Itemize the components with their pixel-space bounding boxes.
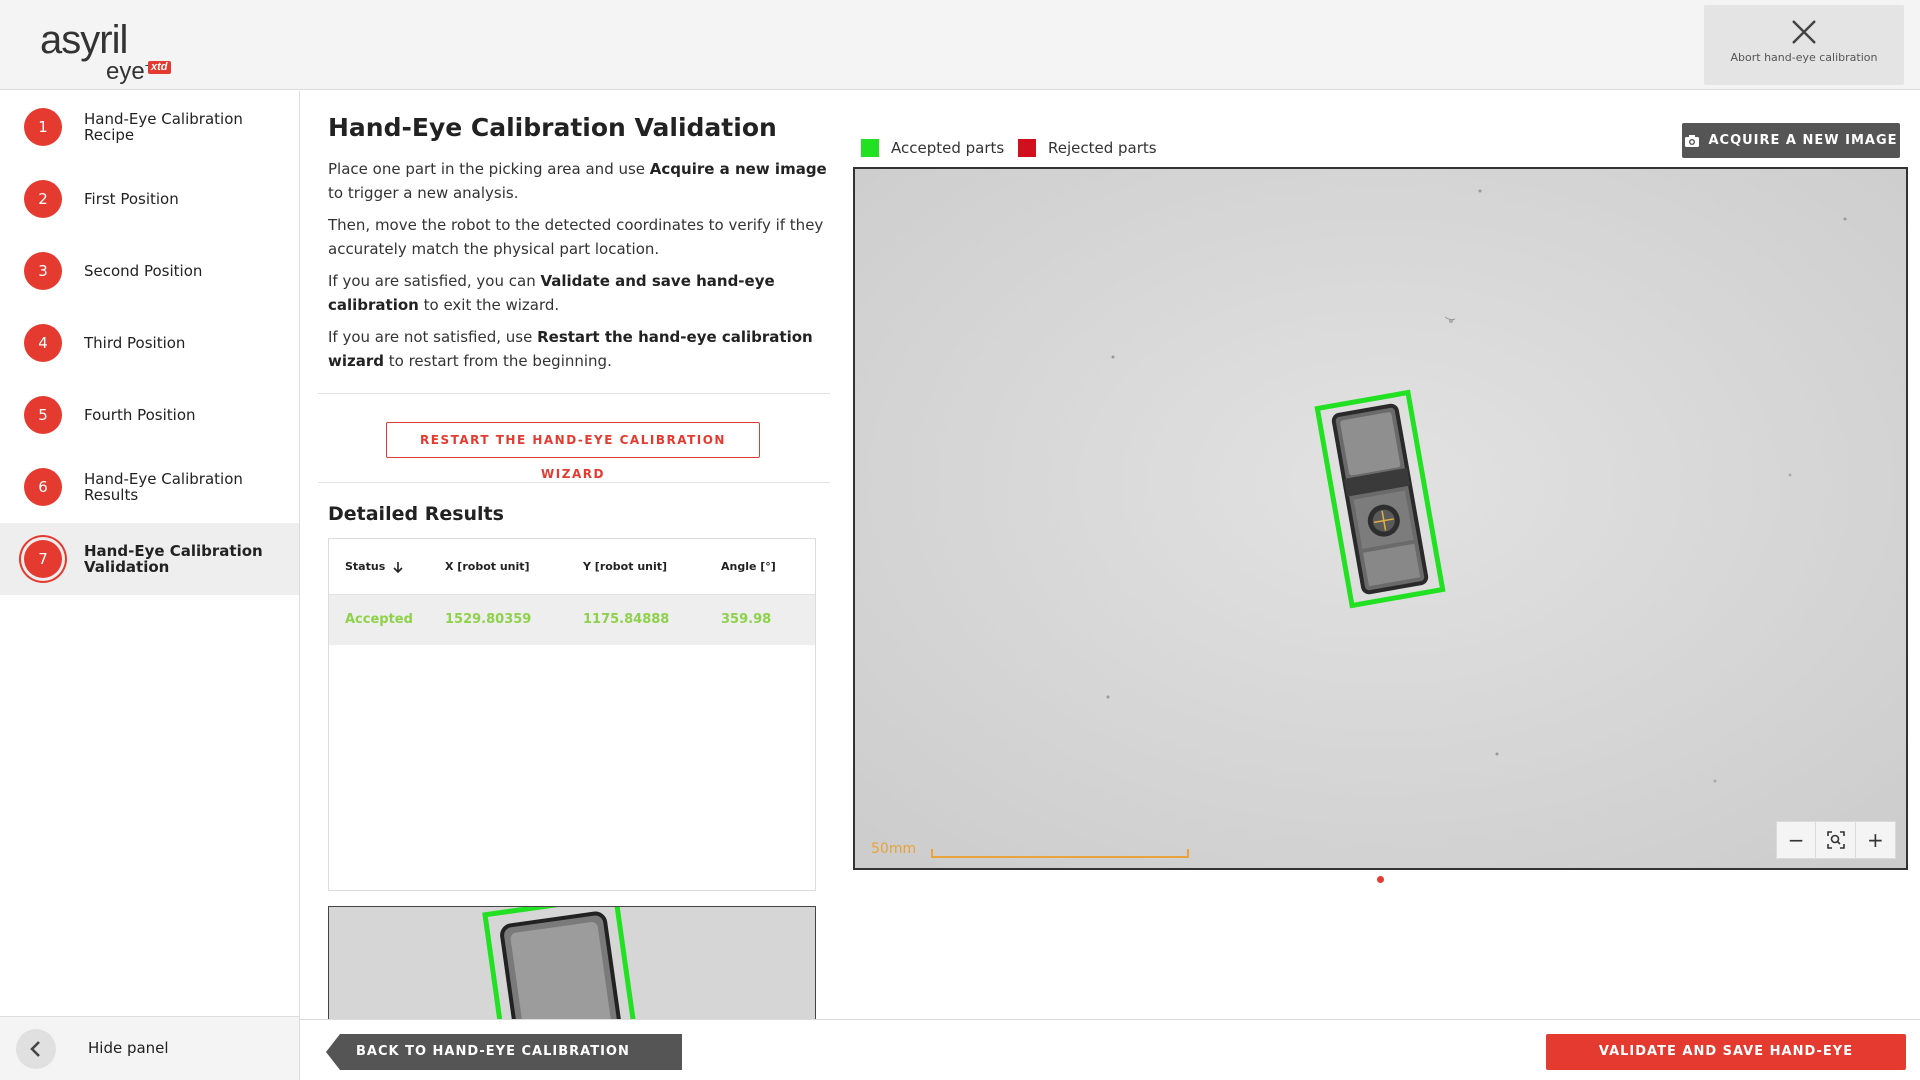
- step-label: Hand-Eye Calibration Recipe: [84, 110, 243, 144]
- zoom-in-button[interactable]: +: [1856, 822, 1895, 858]
- camera-icon: [1685, 134, 1700, 147]
- legend-accepted: Accepted parts: [861, 139, 1004, 157]
- part-thumbnail: [328, 906, 816, 1020]
- sidebar-step-2[interactable]: 2 First Position: [0, 163, 299, 235]
- back-button[interactable]: BACK TO HAND-EYE CALIBRATION RESULTS: [326, 1034, 682, 1070]
- instruction-2: Then, move the robot to the detected coo…: [328, 216, 824, 258]
- step-label: Fourth Position: [84, 406, 196, 424]
- rejected-swatch: [1018, 139, 1036, 157]
- image-page-indicator[interactable]: [1377, 876, 1384, 883]
- abort-label: Abort hand-eye calibration: [1730, 51, 1878, 64]
- table-row[interactable]: Accepted 1529.80359 1175.84888 359.98: [329, 595, 815, 645]
- sidebar-step-6[interactable]: 6 Hand-Eye Calibration Results: [0, 451, 299, 523]
- abort-button[interactable]: Abort hand-eye calibration: [1704, 5, 1904, 85]
- step-number: 5: [24, 396, 62, 434]
- step-label: Hand-Eye Calibration Results: [84, 470, 243, 504]
- y-column-header[interactable]: Y [robot unit]: [583, 539, 667, 595]
- status-column-header[interactable]: Status: [345, 539, 404, 595]
- angle-cell: 359.98: [721, 612, 772, 627]
- acquire-image-button[interactable]: ACQUIRE A NEW IMAGE: [1682, 123, 1900, 158]
- table-header: Status X [robot unit] Y [robot unit] Ang…: [329, 539, 815, 595]
- step-label: Hand-Eye Calibration Validation: [84, 542, 263, 576]
- y-cell: 1175.84888: [583, 612, 670, 627]
- sidebar-step-1[interactable]: 1 Hand-Eye Calibration Recipe: [0, 91, 299, 163]
- header: asyril eye+ xtd Abort hand-eye calibrati…: [0, 0, 1920, 90]
- fit-view-icon: [1826, 831, 1845, 849]
- step-number: 4: [24, 324, 62, 362]
- arrow-down-icon: [393, 561, 403, 573]
- validate-save-button[interactable]: VALIDATE AND SAVE HAND-EYE CALIBRATION: [1546, 1034, 1906, 1070]
- sidebar-step-4[interactable]: 4 Third Position: [0, 307, 299, 379]
- x-cell: 1529.80359: [445, 612, 532, 627]
- divider: [318, 393, 830, 394]
- angle-column-header[interactable]: Angle [°]: [721, 539, 776, 595]
- logo-badge: xtd: [148, 61, 171, 74]
- divider: [318, 482, 830, 483]
- step-number: 3: [24, 252, 62, 290]
- zoom-controls: − +: [1776, 821, 1896, 859]
- validation-content: Hand-Eye Calibration Validation Place on…: [318, 91, 830, 1020]
- instruction-3: If you are satisfied, you can Validate a…: [328, 272, 775, 314]
- step-label: First Position: [84, 190, 179, 208]
- results-table: Status X [robot unit] Y [robot unit] Ang…: [328, 538, 816, 891]
- step-label: Third Position: [84, 334, 186, 352]
- logo-subtext: eye+: [106, 57, 153, 85]
- sidebar-step-7[interactable]: 7 Hand-Eye Calibration Validation: [0, 523, 299, 595]
- x-column-header[interactable]: X [robot unit]: [445, 539, 530, 595]
- fit-view-button[interactable]: [1816, 822, 1856, 858]
- status-cell: Accepted: [345, 612, 413, 627]
- scale-label: 50mm: [871, 841, 917, 857]
- camera-image[interactable]: 50mm: [853, 167, 1908, 870]
- footer: BACK TO HAND-EYE CALIBRATION RESULTS VAL…: [300, 1019, 1920, 1080]
- step-number: 2: [24, 180, 62, 218]
- asyril-logo: asyril eye+ xtd: [40, 18, 180, 85]
- accepted-swatch: [861, 139, 879, 157]
- zoom-out-button[interactable]: −: [1777, 822, 1817, 858]
- instruction-4: If you are not satisfied, use Restart th…: [328, 328, 813, 370]
- detailed-results-title: Detailed Results: [328, 503, 504, 525]
- step-label: Second Position: [84, 262, 203, 280]
- hide-panel-label: Hide panel: [88, 1039, 169, 1057]
- sidebar: 1 Hand-Eye Calibration Recipe 2 First Po…: [0, 91, 300, 1080]
- chevron-left-icon: [16, 1029, 56, 1069]
- sidebar-step-5[interactable]: 5 Fourth Position: [0, 379, 299, 451]
- close-icon: [1792, 20, 1816, 44]
- legend-rejected: Rejected parts: [1018, 139, 1157, 157]
- step-number: 7: [24, 540, 62, 578]
- sidebar-step-3[interactable]: 3 Second Position: [0, 235, 299, 307]
- page-title: Hand-Eye Calibration Validation: [328, 113, 777, 142]
- hide-panel-button[interactable]: Hide panel: [0, 1016, 299, 1080]
- instruction-1: Place one part in the picking area and u…: [328, 160, 827, 202]
- step-number: 6: [24, 468, 62, 506]
- step-number: 1: [24, 108, 62, 146]
- restart-wizard-button[interactable]: RESTART THE HAND-EYE CALIBRATION WIZARD: [386, 422, 760, 481]
